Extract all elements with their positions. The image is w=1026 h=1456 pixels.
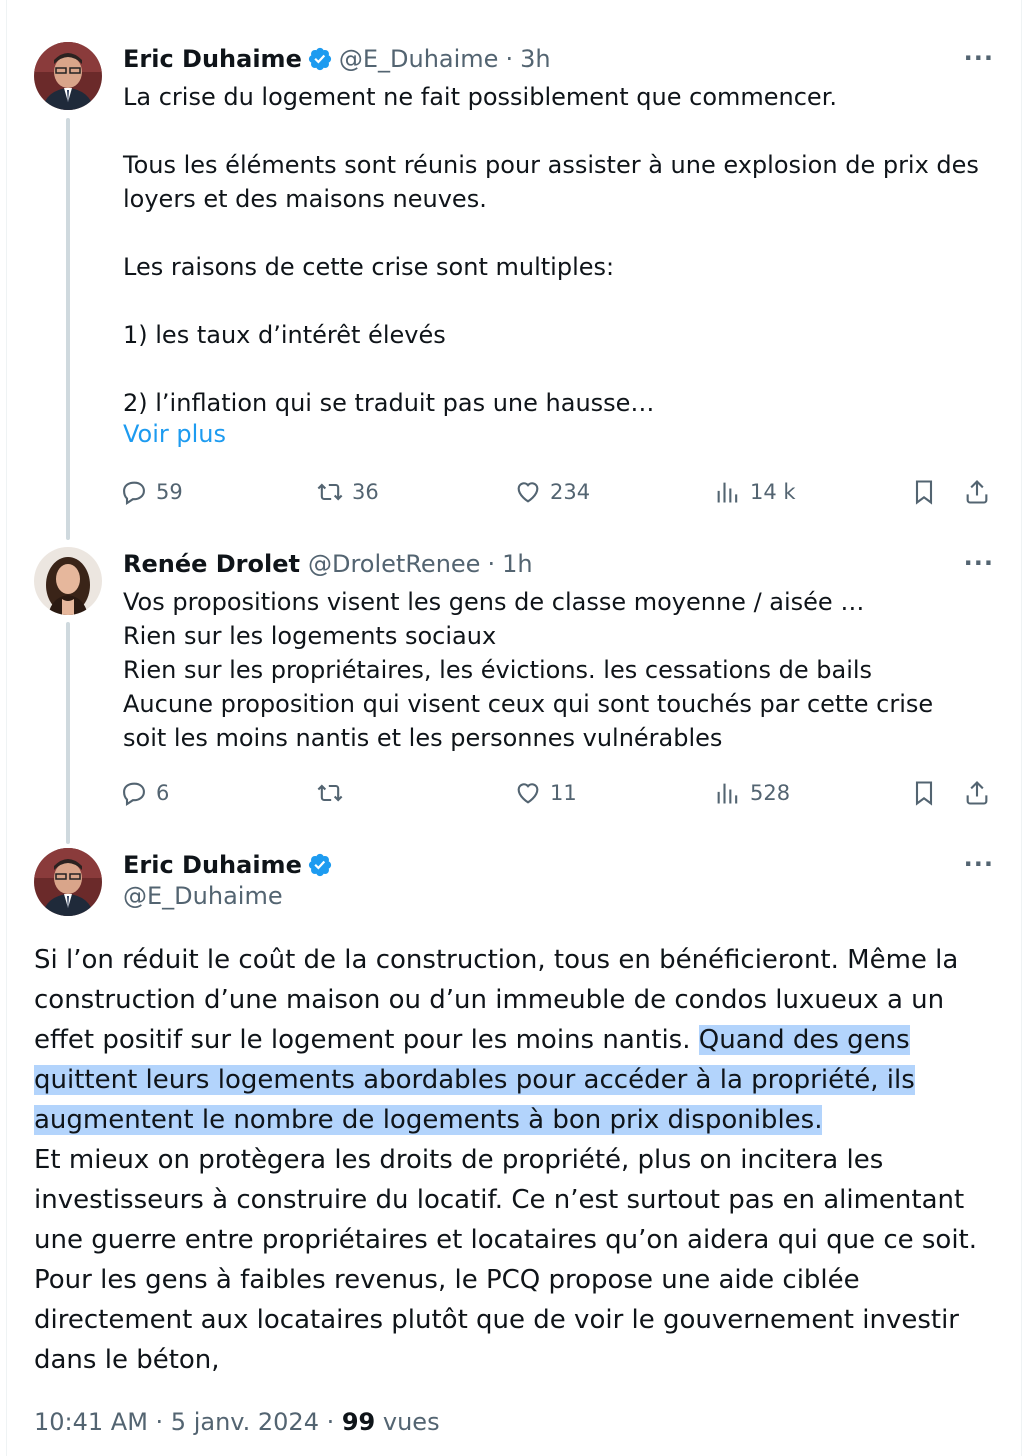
text-part-2: Et mieux on protègera les droits de prop… [34, 1145, 978, 1255]
more-icon[interactable]: ··· [964, 549, 994, 577]
avatar-image [34, 547, 102, 615]
views-icon [717, 783, 738, 804]
show-more-link[interactable]: Voir plus [123, 420, 226, 448]
thread-line [66, 118, 70, 540]
repost-count: 36 [352, 480, 379, 504]
separator-dot: · [487, 550, 496, 578]
bookmark-button[interactable] [910, 475, 946, 509]
views-label: vues [375, 1408, 440, 1436]
views-button[interactable]: 14 k [714, 475, 796, 509]
reply-icon [123, 481, 145, 506]
verified-badge-icon [308, 853, 331, 877]
views-icon [717, 482, 738, 503]
author-name[interactable]: Eric Duhaime [123, 45, 302, 73]
repost-icon [317, 483, 343, 501]
avatar-renee-drolet[interactable] [34, 547, 102, 615]
view-count: 528 [750, 781, 791, 805]
tweet2-header: Renée Drolet @DroletRenee · 1h [123, 547, 533, 581]
repost-button[interactable]: 36 [316, 475, 379, 509]
avatar-image [34, 42, 102, 110]
like-icon [517, 783, 539, 804]
avatar-eric-duhaime[interactable] [34, 42, 102, 110]
post-time[interactable]: 1h [502, 550, 532, 578]
like-button[interactable]: 11 [514, 776, 577, 810]
separator-dot: · [505, 45, 514, 73]
tweet2-actions: 6 11 528 [120, 776, 1000, 810]
like-count: 234 [550, 480, 591, 504]
post-time[interactable]: 3h [520, 45, 550, 73]
tweet3-text: Si l’on réduit le coût de la constructio… [34, 940, 1006, 1380]
share-icon [966, 480, 988, 504]
author-name[interactable]: Renée Drolet [123, 550, 300, 578]
like-count: 11 [550, 781, 577, 805]
tweet1-text: La crise du logement ne fait possiblemen… [123, 83, 979, 417]
tweet3-header: Eric Duhaime [123, 848, 339, 882]
thread-line [66, 622, 70, 844]
share-button[interactable] [963, 776, 999, 810]
more-icon[interactable]: ··· [964, 850, 994, 878]
tweet1-header: Eric Duhaime @E_Duhaime · 3h [123, 42, 551, 76]
share-button[interactable] [963, 475, 999, 509]
view-count: 99 [341, 1408, 376, 1436]
bookmark-icon [915, 781, 933, 806]
view-count: 14 k [750, 480, 796, 504]
reply-count: 6 [156, 781, 170, 805]
author-name[interactable]: Eric Duhaime [123, 851, 302, 879]
author-handle[interactable]: @DroletRenee [308, 550, 480, 578]
reply-icon [123, 782, 145, 807]
repost-button[interactable] [316, 776, 352, 810]
avatar-image [34, 848, 102, 916]
views-button[interactable]: 528 [714, 776, 790, 810]
verified-badge-icon [308, 47, 331, 71]
bookmark-button[interactable] [910, 776, 946, 810]
post-meta: 10:41 AM · 5 janv. 2024 · 99 vues [34, 1408, 440, 1436]
avatar-eric-duhaime[interactable] [34, 848, 102, 916]
tweet2-text: Vos propositions visent les gens de clas… [123, 588, 934, 752]
author-handle[interactable]: @E_Duhaime [339, 45, 499, 73]
text-part-3: Pour les gens à faibles revenus, le PCQ … [34, 1265, 959, 1375]
share-icon [966, 781, 988, 805]
reply-count: 59 [156, 480, 183, 504]
like-icon [517, 482, 539, 503]
tweet1-actions: 59 36 234 14 k [120, 475, 1000, 509]
reply-button[interactable]: 59 [120, 475, 183, 509]
author-handle[interactable]: @E_Duhaime [123, 882, 283, 910]
post-timestamp[interactable]: 10:41 AM · 5 janv. 2024 · [34, 1408, 342, 1436]
more-icon[interactable]: ··· [964, 44, 994, 72]
like-button[interactable]: 234 [514, 475, 590, 509]
bookmark-icon [915, 480, 933, 505]
repost-icon [317, 784, 343, 802]
reply-button[interactable]: 6 [120, 776, 169, 810]
